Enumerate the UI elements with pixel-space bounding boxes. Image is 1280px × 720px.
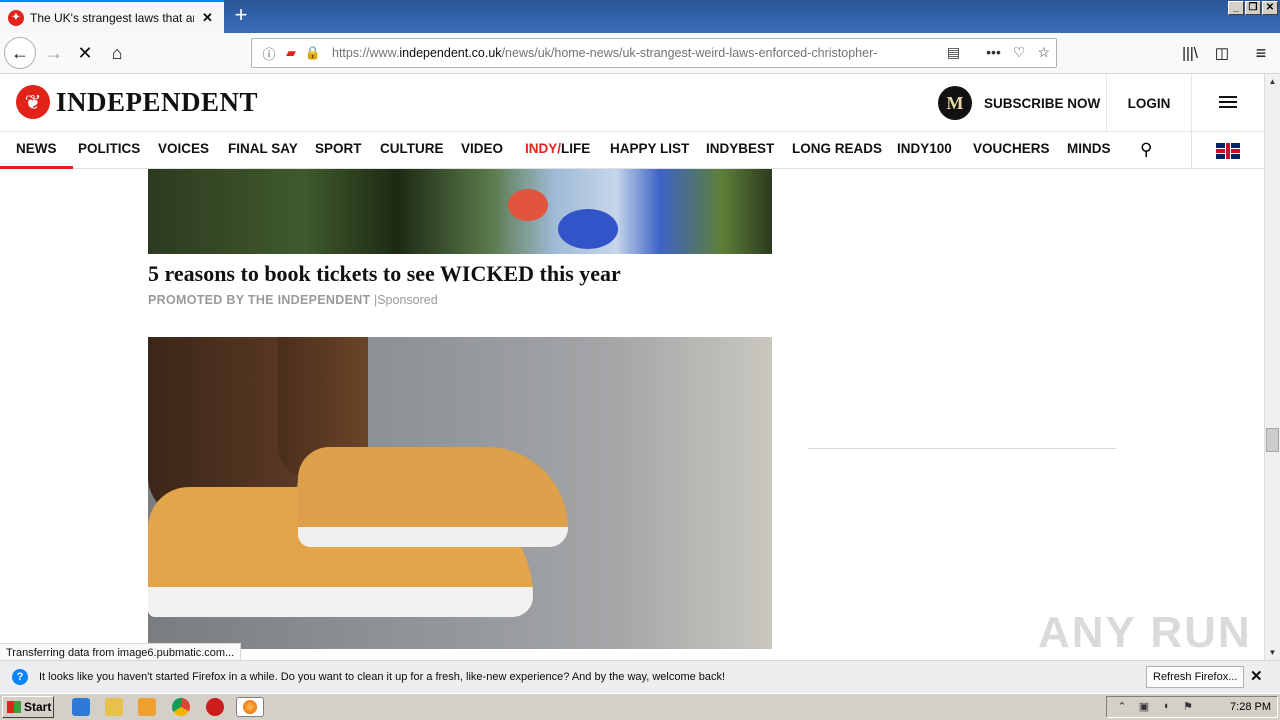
nav-indy-life[interactable]: INDY/LIFE: [525, 132, 590, 169]
notification-message: It looks like you haven't started Firefo…: [39, 671, 726, 683]
scroll-up-icon[interactable]: ▲: [1265, 74, 1280, 89]
url-bar[interactable]: ⓘ ▰ 🔒 https://www.independent.co.uk/news…: [251, 38, 1057, 68]
search-icon[interactable]: ⚲: [1140, 140, 1168, 162]
edition-selector[interactable]: [1191, 132, 1264, 169]
tray-arrow-icon[interactable]: ⌃: [1115, 700, 1129, 714]
site-menu-icon[interactable]: [1210, 93, 1246, 113]
sidebar-divider: [808, 448, 1116, 449]
subscribe-label: SUBSCRIBE NOW: [984, 95, 1101, 111]
shoe-back: [298, 447, 568, 547]
wicked-promo-image[interactable]: [148, 169, 772, 254]
blue-flowers: [558, 209, 618, 249]
restore-button[interactable]: ❐: [1245, 1, 1261, 15]
nav-toolbar: ← → ✕ ⌂ ⓘ ▰ 🔒 https://www.independent.co…: [0, 33, 1280, 74]
system-tray: ⌃ ▣ ◖ ⚑ 7:28 PM: [1106, 696, 1278, 718]
network-icon[interactable]: ▣: [1137, 700, 1151, 714]
nav-culture[interactable]: CULTURE: [380, 132, 444, 169]
logo-text: INDEPENDENT: [56, 86, 259, 117]
chrome-icon[interactable]: [172, 698, 190, 716]
notification-bar: ? It looks like you haven't started Fire…: [0, 660, 1280, 693]
tracking-icon[interactable]: ▰: [282, 45, 300, 61]
flag-icon[interactable]: ⚑: [1181, 700, 1195, 714]
tab-title: The UK's strangest laws that are s: [30, 10, 194, 25]
more-icon[interactable]: •••: [986, 44, 1001, 61]
login-button[interactable]: LOGIN: [1106, 74, 1192, 132]
close-notification-icon[interactable]: ✕: [1250, 667, 1263, 685]
promo-headline[interactable]: 5 reasons to book tickets to see WICKED …: [148, 261, 621, 287]
info-icon[interactable]: ⓘ: [260, 44, 278, 63]
start-button[interactable]: Start: [2, 696, 54, 718]
stop-icon: ✕: [77, 42, 93, 63]
nav-video[interactable]: VIDEO: [461, 132, 503, 169]
pocket-icon[interactable]: ♡: [1013, 44, 1026, 61]
nav-voices[interactable]: VOICES: [158, 132, 209, 169]
nav-long-reads[interactable]: LONG READS: [792, 132, 882, 169]
independent-favicon-icon: ✦: [8, 9, 24, 26]
minimize-button[interactable]: _: [1228, 1, 1244, 15]
sneakers-promo-image[interactable]: [148, 337, 772, 649]
taskbar: Start ⌃ ▣ ◖ ⚑ 7:28 PM: [0, 693, 1280, 720]
active-tab[interactable]: ✦ The UK's strangest laws that are s ✕: [0, 0, 224, 33]
nav-final-say[interactable]: FINAL SAY: [228, 132, 298, 169]
back-icon: ←: [11, 42, 29, 63]
nav-vouchers[interactable]: VOUCHERS: [973, 132, 1050, 169]
nav-sport[interactable]: SPORT: [315, 132, 362, 169]
volume-icon[interactable]: ◖: [1159, 700, 1173, 714]
firefox-icon: [243, 700, 257, 714]
back-button[interactable]: ←: [4, 37, 36, 69]
uk-flag-icon: [1216, 142, 1240, 159]
nav-politics[interactable]: POLITICS: [78, 132, 140, 169]
section-nav: NEWS POLITICS VOICES FINAL SAY SPORT CUL…: [0, 132, 1264, 169]
scroll-down-icon[interactable]: ▼: [1265, 645, 1280, 660]
folder-icon[interactable]: [105, 698, 123, 716]
menu-button[interactable]: ≡: [1245, 37, 1277, 69]
web-page: ❦ INDEPENDENT M SUBSCRIBE NOW LOGIN NEWS…: [0, 74, 1264, 660]
sidebar-icon: ◫: [1214, 45, 1230, 62]
stop-button[interactable]: ✕: [69, 37, 101, 69]
star-icon[interactable]: ☆: [1037, 44, 1050, 61]
clock: 7:28 PM: [1230, 701, 1271, 713]
new-tab-button[interactable]: +: [229, 4, 253, 28]
subscribe-button[interactable]: M SUBSCRIBE NOW: [938, 86, 1100, 120]
forward-button[interactable]: →: [38, 37, 70, 69]
nav-indy100[interactable]: INDY100: [897, 132, 952, 169]
library-button[interactable]: |||\: [1174, 37, 1206, 69]
scroll-thumb[interactable]: [1266, 428, 1279, 452]
windows-logo-icon: [7, 701, 21, 713]
hamburger-icon: ≡: [1255, 42, 1267, 63]
url-actions: ▤ ••• ♡ ☆: [947, 44, 1050, 61]
reader-icon[interactable]: ▤: [947, 44, 960, 61]
forward-icon: →: [45, 42, 63, 63]
lock-icon[interactable]: 🔒: [304, 45, 322, 61]
ie-icon[interactable]: [72, 698, 90, 716]
nav-news[interactable]: NEWS: [0, 132, 73, 169]
firefox-taskbar-button[interactable]: [236, 697, 264, 717]
url-text[interactable]: https://www.independent.co.uk/news/uk/ho…: [332, 46, 912, 60]
library-icon: |||\: [1182, 44, 1198, 62]
sidebar-button[interactable]: ◫: [1206, 37, 1238, 69]
nav-minds[interactable]: MINDS: [1067, 132, 1111, 169]
refresh-firefox-button[interactable]: Refresh Firefox...: [1146, 666, 1245, 688]
watermark: ANY RUN: [1038, 608, 1252, 657]
nav-happy-list[interactable]: HAPPY LIST: [610, 132, 689, 169]
poppy-flower: [508, 189, 548, 221]
home-icon: ⌂: [111, 42, 123, 63]
info-icon: ?: [12, 669, 28, 685]
promo-byline: PROMOTED BY THE INDEPENDENT |Sponsored: [148, 293, 438, 307]
close-window-button[interactable]: ✕: [1262, 1, 1278, 15]
opera-icon[interactable]: [206, 698, 224, 716]
close-tab-icon[interactable]: ✕: [202, 10, 213, 26]
eagle-logo-icon: ❦: [16, 85, 50, 119]
masthead: ❦ INDEPENDENT M SUBSCRIBE NOW LOGIN: [0, 74, 1264, 132]
window-controls: _ ❐ ✕: [1228, 1, 1278, 15]
membership-badge-icon: M: [938, 86, 972, 120]
logo[interactable]: ❦ INDEPENDENT: [16, 85, 258, 119]
media-player-icon[interactable]: [138, 698, 156, 716]
home-button[interactable]: ⌂: [101, 37, 133, 69]
page-scrollbar[interactable]: ▲ ▼: [1264, 74, 1280, 660]
nav-indybest[interactable]: INDYBEST: [706, 132, 774, 169]
tab-strip: ✦ The UK's strangest laws that are s ✕ +…: [0, 0, 1280, 33]
